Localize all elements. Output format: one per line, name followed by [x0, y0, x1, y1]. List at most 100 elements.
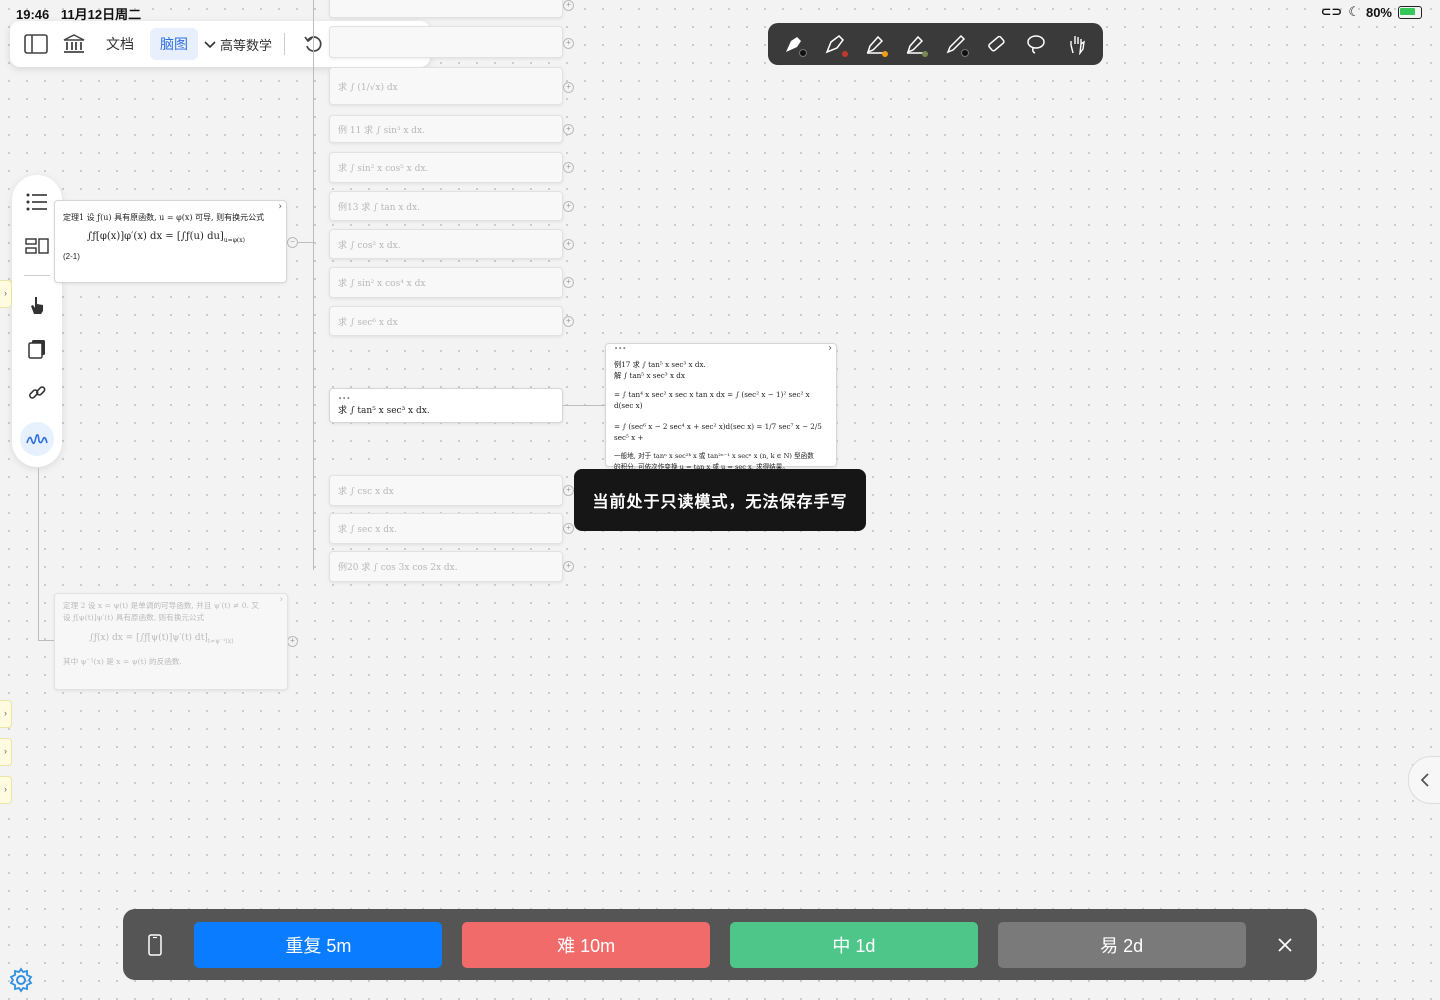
expand-plus-icon[interactable]: + [563, 124, 574, 135]
readonly-toast: 当前处于只读模式，无法保存手写 [574, 469, 866, 531]
pen-icon[interactable] [820, 29, 850, 59]
theorem2-text: 其中 ψ⁻¹(x) 是 x = ψ(t) 的反函数. [63, 656, 182, 666]
status-clock: 19:46 [16, 7, 50, 22]
theorem1-text: 定理1 设 ƒ(u) 具有原函数, u = φ(x) 可导, 则有换元公式 [63, 213, 265, 222]
mindmap-node-child[interactable]: 例 11 求 ∫ sin³ x dx. [329, 115, 563, 143]
highlighter-icon-2[interactable] [900, 29, 930, 59]
mindmap-connector [313, 0, 314, 570]
fountain-pen-icon[interactable] [779, 29, 809, 59]
side-tab[interactable]: › [0, 700, 12, 728]
expand-plus-icon[interactable]: + [287, 636, 298, 647]
expand-plus-icon[interactable]: + [563, 38, 574, 49]
node-label: 求 ∫ sin² x cos⁵ x dx. [338, 164, 429, 174]
example17-line: 一般地, 对于 tanⁿ x sec²ᵏ x 或 tan²ⁿ⁻¹ x secⁿ … [614, 452, 814, 460]
mindmap-node-child[interactable]: 求 ∫ cos² x dx. [329, 229, 563, 259]
review-medium-button[interactable]: 中 1d [730, 921, 978, 968]
mindmap-node-example17[interactable]: ••• › 例17 求 ∫ tan⁵ x sec³ x dx. 解 ∫ tan⁵… [605, 343, 837, 471]
left-toolbar-divider [24, 275, 50, 276]
status-date: 11月12日周二 [60, 7, 142, 22]
chevron-left-icon [1420, 773, 1429, 787]
mindmap-node-child[interactable]: 求 ∫ csc x dx [329, 475, 563, 506]
node-more-icon[interactable]: ••• [338, 395, 350, 403]
node-label: 求 ∫ (1/√x) dx [338, 82, 398, 93]
mindmap-node[interactable] [329, 26, 563, 58]
mindmap-node-child[interactable]: 求 ∫ (1/√x) dx [329, 67, 563, 105]
notebook-selector[interactable]: 高等数学 [204, 35, 272, 54]
battery-icon [1398, 5, 1422, 19]
node-label: 求 ∫ sec⁶ x dx [338, 317, 398, 328]
mindmap-node-child[interactable]: 求 ∫ sec⁶ x dx [329, 306, 563, 336]
example17-line: 例17 求 ∫ tan⁵ x sec³ x dx. [614, 360, 706, 369]
review-bar: 重复 5m 难 10m 中 1d 易 2d [123, 909, 1317, 980]
expand-plus-icon[interactable]: + [563, 82, 574, 93]
side-tab[interactable]: › [0, 776, 12, 804]
theorem2-subscript: t=ψ⁻¹(x) [207, 637, 234, 645]
moon-icon: ☾ [1348, 4, 1360, 19]
node-label: 例13 求 ∫ tan x dx. [338, 202, 420, 213]
eraser-icon[interactable] [981, 29, 1011, 59]
expand-plus-icon[interactable]: + [563, 277, 574, 288]
theorem1-formula-wrap: ∫ƒ[φ(x)]φ′(x) dx = [∫ƒ(u) du]u=φ(x) [87, 231, 278, 244]
tab-docs[interactable]: 文档 [96, 28, 144, 60]
node-label: 求 ∫ sin² x cos⁴ x dx [338, 279, 426, 289]
expand-plus-icon[interactable]: + [563, 0, 574, 11]
mindmap-node-child[interactable]: 求 ∫ sin² x cos⁵ x dx. [329, 152, 563, 183]
expand-plus-icon[interactable]: + [563, 485, 574, 496]
lasso-icon[interactable] [1021, 29, 1051, 59]
mindmap-connector [38, 468, 39, 640]
link-chain-icon[interactable] [22, 378, 52, 408]
mindmap-node-theorem1[interactable]: › 定理1 设 ƒ(u) 具有原函数, u = φ(x) 可导, 则有换元公式 … [54, 200, 287, 283]
library-icon[interactable] [58, 28, 90, 60]
review-hard-button[interactable]: 难 10m [462, 921, 711, 968]
handwriting-icon[interactable] [20, 422, 54, 456]
mindmap-node-child[interactable]: 求 ∫ sin² x cos⁴ x dx [329, 267, 563, 298]
theorem1-subscript: u=φ(x) [223, 237, 245, 244]
mindmap-node-child[interactable]: 求 ∫ sec x dx. [329, 513, 563, 544]
side-tab[interactable]: › [0, 280, 12, 308]
mindmap-node-child[interactable]: 例20 求 ∫ cos 3x cos 2x dx. [329, 551, 563, 582]
review-easy-button[interactable]: 易 2d [997, 921, 1246, 968]
expand-plus-icon[interactable]: + [563, 316, 574, 327]
review-repeat-button[interactable]: 重复 5m [194, 921, 443, 968]
battery-percent: 80% [1365, 4, 1392, 20]
phone-icon[interactable] [135, 933, 174, 956]
expand-plus-icon[interactable]: + [563, 561, 574, 572]
hand-icon[interactable] [1062, 29, 1092, 59]
expand-plus-icon[interactable]: + [563, 239, 574, 250]
collapse-panel-tab[interactable] [1408, 756, 1440, 804]
mindmap-node-active[interactable]: ••• 求 ∫ tan⁵ x sec³ x dx. [329, 388, 563, 423]
sidebar-toggle-icon[interactable] [20, 28, 52, 60]
collapse-minus-icon[interactable]: − [287, 237, 298, 248]
chevron-right-icon[interactable]: › [279, 594, 283, 606]
layout-icon[interactable] [22, 231, 52, 261]
mindmap-node-theorem2[interactable]: › 定理 2 设 x = ψ(t) 是单调的可导函数, 并且 ψ′(t) ≠ 0… [54, 593, 288, 690]
theorem2-formula-wrap: ∫ƒ(x) dx = [∫ƒ[ψ(t)]ψ′(t) dt]t=ψ⁻¹(x) [89, 632, 279, 648]
chevron-right-icon[interactable]: › [278, 202, 282, 212]
node-more-icon[interactable]: ••• [614, 344, 626, 355]
side-tab[interactable]: › [0, 738, 12, 766]
outline-list-icon[interactable] [22, 187, 52, 217]
expand-plus-icon[interactable]: + [563, 201, 574, 212]
gear-icon[interactable] [8, 967, 34, 993]
theorem2-text: 设 ƒ[ψ(t)]ψ′(t) 具有原函数, 则有换元公式 [63, 613, 205, 622]
theorem2-formula: ∫ƒ(x) dx = [∫ƒ[ψ(t)]ψ′(t) dt] [89, 633, 208, 643]
close-icon[interactable] [1266, 937, 1305, 953]
mindmap-node-child[interactable]: 例13 求 ∫ tan x dx. [329, 191, 563, 221]
toolbar-divider [284, 33, 286, 55]
pencil-icon[interactable] [941, 29, 971, 59]
tab-mindmap[interactable]: 脑图 [150, 28, 198, 60]
pointer-hand-icon[interactable] [22, 290, 52, 320]
mindmap-node[interactable] [329, 0, 563, 18]
chevron-right-icon[interactable]: › [828, 343, 832, 354]
node-label: 求 ∫ csc x dx [338, 487, 394, 497]
example17-line: = ∫ tan⁴ x sec² x sec x tan x dx = ∫ (se… [614, 390, 810, 410]
pages-icon[interactable] [22, 334, 52, 364]
expand-plus-icon[interactable]: + [563, 162, 574, 173]
highlighter-icon[interactable] [860, 29, 890, 59]
example17-line: 解 ∫ tan⁵ x sec³ x dx [614, 371, 685, 380]
chevron-down-icon [204, 37, 216, 52]
expand-plus-icon[interactable]: + [563, 523, 574, 534]
mindmap-connector [38, 640, 54, 641]
node-label: 求 ∫ tan⁵ x sec³ x dx. [338, 405, 430, 416]
mindmap-connector [563, 405, 605, 406]
